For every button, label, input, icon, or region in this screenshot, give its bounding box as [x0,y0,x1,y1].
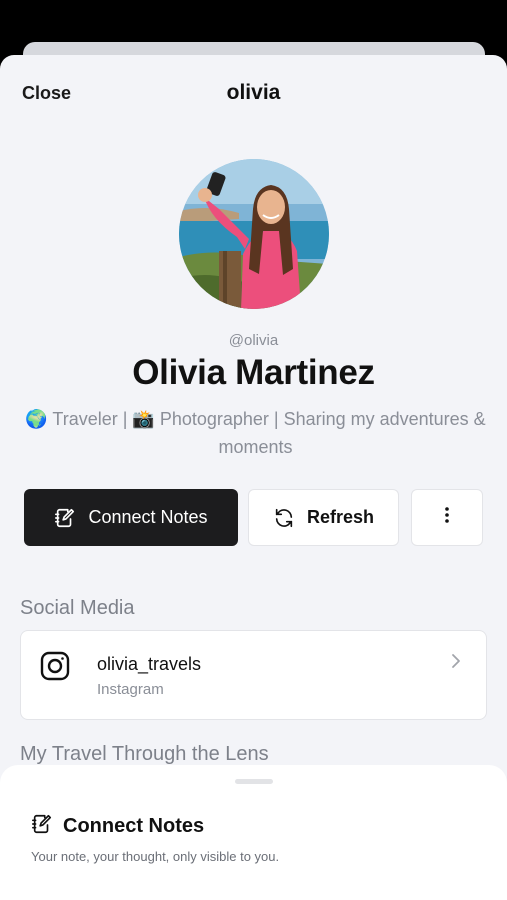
notes-sheet-subtitle: Your note, your thought, only visible to… [31,849,280,864]
avatar [179,159,329,309]
refresh-button[interactable]: Refresh [248,489,399,546]
social-media-heading: Social Media [20,597,135,619]
connect-notes-label: Connect Notes [88,507,208,527]
page-title: olivia [226,81,281,104]
note-edit-icon [31,813,53,840]
connect-notes-button[interactable]: Connect Notes [24,489,238,546]
instagram-icon [40,651,70,686]
social-platform: Instagram [97,681,164,698]
social-handle: olivia_travels [97,654,202,674]
connect-notes-sheet: Connect Notes Your note, your thought, o… [0,765,507,900]
notes-sheet-title: Connect Notes [31,813,204,840]
profile-name: Olivia Martinez [132,353,375,392]
note-edit-icon [54,507,76,529]
refresh-icon [273,507,295,529]
notes-sheet-title-text: Connect Notes [63,815,205,837]
avatar-photo [179,159,329,309]
sheet-grabber[interactable] [235,779,273,784]
chevron-right-icon [451,653,461,674]
more-vertical-icon [444,505,450,530]
social-link-instagram[interactable]: olivia_travels Instagram [20,630,487,720]
username-handle: @olivia [228,332,279,349]
profile-bio: 🌍 Traveler | 📸 Photographer | Sharing my… [25,409,486,457]
sheet-header: Close olivia [0,55,507,130]
more-options-button[interactable] [411,489,483,546]
refresh-label: Refresh [306,507,375,527]
gallery-heading: My Travel Through the Lens [20,743,269,765]
